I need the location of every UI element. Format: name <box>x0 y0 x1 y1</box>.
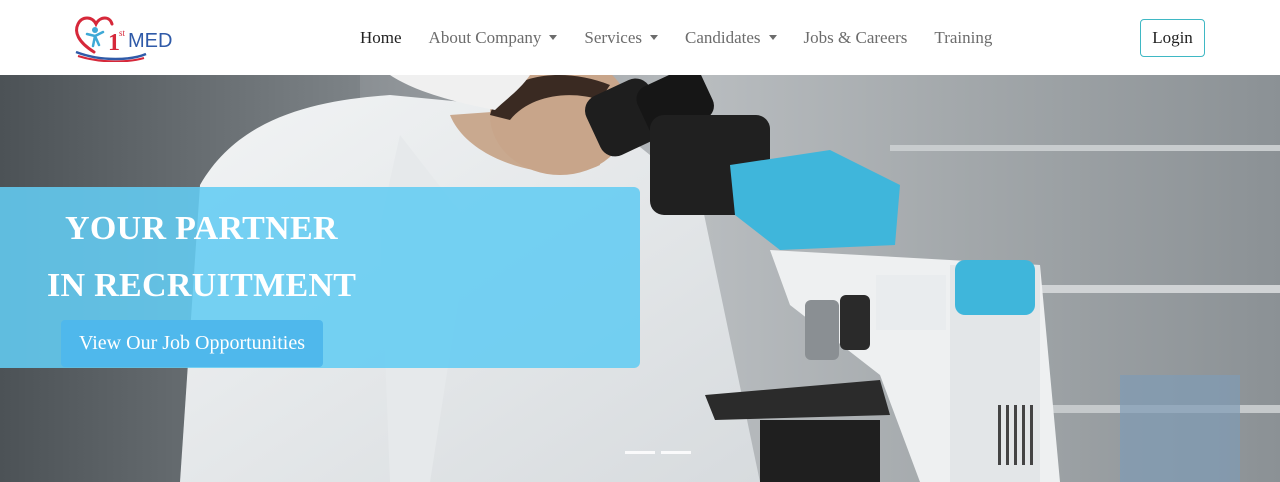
nav-candidates-label: Candidates <box>685 27 761 47</box>
nav-jobs-careers[interactable]: Jobs & Careers <box>804 28 908 48</box>
login-button[interactable]: Login <box>1140 19 1205 57</box>
carousel-indicator-1[interactable] <box>625 451 655 454</box>
nav-about-company-label: About Company <box>428 27 542 47</box>
main-navigation: Home About Company Services Candidates J… <box>360 0 1019 75</box>
view-job-opportunities-button[interactable]: View Our Job Opportunities <box>61 320 323 367</box>
nav-jobs-careers-label: Jobs & Careers <box>803 27 908 47</box>
brand-logo[interactable]: 1 st MED <box>72 12 182 62</box>
hero-headline-line1: YOUR PARTNER <box>65 210 338 247</box>
svg-text:MED: MED <box>128 30 172 52</box>
dropdown-caret-icon <box>650 35 658 40</box>
dropdown-caret-icon <box>768 35 777 40</box>
nav-training-label: Training <box>934 27 993 47</box>
nav-home[interactable]: Home <box>360 28 402 48</box>
hero-carousel: YOUR PARTNER IN RECRUITMENT View Our Job… <box>0 75 1280 482</box>
hero-headline-line2: IN RECRUITMENT <box>47 267 357 304</box>
top-navbar: 1 st MED Home About Company Services Can… <box>0 0 1280 75</box>
nav-about-company[interactable]: About Company <box>429 28 558 48</box>
nav-home-label: Home <box>360 27 402 47</box>
logo-icon: 1 st MED <box>75 16 172 62</box>
nav-candidates[interactable]: Candidates <box>685 28 777 48</box>
dropdown-caret-icon <box>549 35 558 40</box>
svg-text:st: st <box>119 28 126 38</box>
nav-services-label: Services <box>584 27 642 47</box>
carousel-indicators <box>625 451 691 454</box>
nav-training[interactable]: Training <box>934 28 992 48</box>
carousel-indicator-2[interactable] <box>661 451 691 454</box>
nav-services[interactable]: Services <box>584 28 658 48</box>
